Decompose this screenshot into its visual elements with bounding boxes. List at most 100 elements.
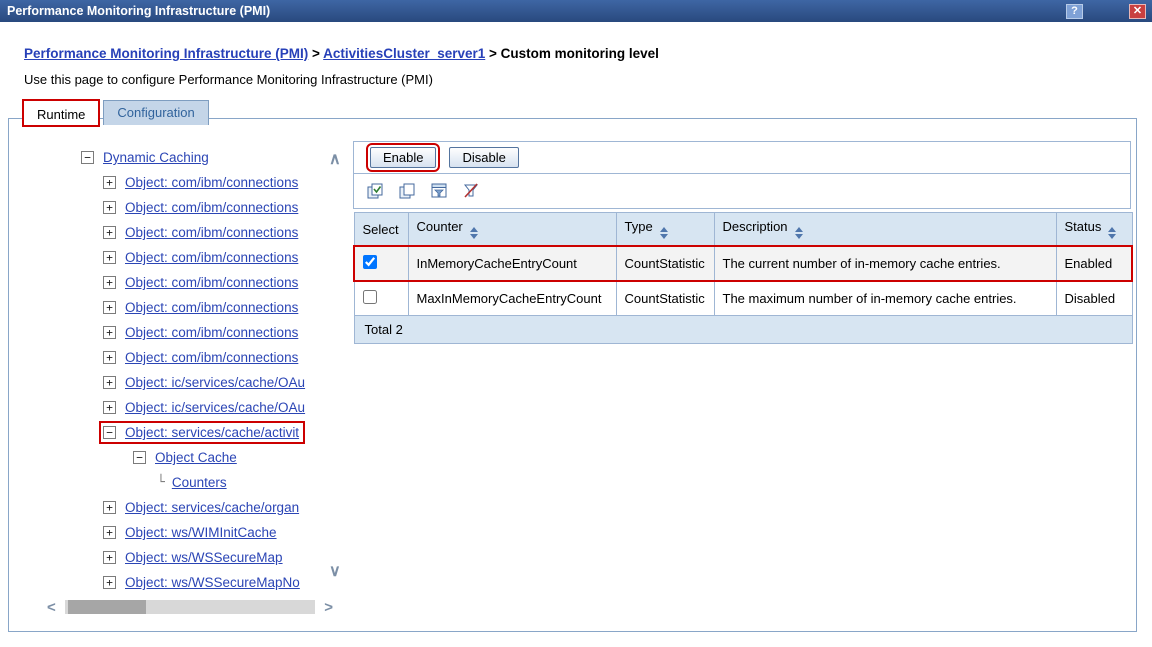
cell-status: Disabled [1056, 281, 1132, 316]
expand-icon[interactable]: + [103, 401, 116, 414]
scroll-right-icon[interactable]: > [324, 600, 333, 615]
scroll-left-icon[interactable]: < [47, 600, 56, 615]
tree-item-link[interactable]: Object: com/ibm/connections [125, 200, 298, 215]
tree-item-link[interactable]: Object: ic/services/cache/OAu [125, 400, 305, 415]
tree-item-inner: −Object Cache [131, 448, 241, 467]
tree-item-link[interactable]: Object: com/ibm/connections [125, 300, 298, 315]
column-header-description[interactable]: Description [714, 213, 1056, 247]
expand-icon[interactable]: + [103, 301, 116, 314]
cell-status: Enabled [1056, 246, 1132, 281]
show-filter-icon[interactable] [428, 180, 450, 202]
collapse-icon[interactable]: − [133, 451, 146, 464]
page-title: Performance Monitoring Infrastructure (P… [7, 4, 270, 18]
tree-item: + Object: ic/services/cache/OAu [79, 395, 335, 420]
sort-icon[interactable] [660, 227, 668, 239]
cell-type: CountStatistic [616, 281, 714, 316]
expand-icon[interactable]: + [103, 251, 116, 264]
tree-item-link[interactable]: Object: com/ibm/connections [125, 250, 298, 265]
select-all-icon[interactable] [364, 180, 386, 202]
tree-item: + Object: ws/WSSecureMap [79, 545, 335, 570]
disable-button[interactable]: Disable [449, 147, 518, 168]
tree-item: + Object: com/ibm/connections [79, 345, 335, 370]
tree-item-inner: + Object: ic/services/cache/OAu [101, 373, 309, 392]
expand-icon[interactable]: + [103, 226, 116, 239]
table-toolbar [353, 174, 1131, 209]
intro-text: Use this page to configure Performance M… [24, 72, 1152, 87]
tree-item: └ Counters [79, 470, 335, 495]
tab-configuration[interactable]: Configuration [103, 100, 208, 125]
deselect-all-icon[interactable] [396, 180, 418, 202]
sort-icon[interactable] [1108, 227, 1116, 239]
tree-item-link[interactable]: Object: com/ibm/connections [125, 275, 298, 290]
cell-type: CountStatistic [616, 246, 714, 281]
collapse-icon[interactable]: − [81, 151, 94, 164]
row-select-checkbox[interactable] [363, 290, 377, 304]
tree-item-inner: −Dynamic Caching [79, 148, 213, 167]
tree-item-link[interactable]: Object: com/ibm/connections [125, 350, 298, 365]
row-select-checkbox[interactable] [363, 255, 377, 269]
tree-item-link[interactable]: Object: com/ibm/connections [125, 325, 298, 340]
tree-horizontal-scrollbar: < > [47, 599, 333, 615]
scrollbar-thumb[interactable] [68, 600, 146, 614]
tree-item-link[interactable]: Object: services/cache/activit [125, 425, 299, 440]
cell-description: The maximum number of in-memory cache en… [714, 281, 1056, 316]
expand-icon[interactable]: + [103, 501, 116, 514]
sort-icon[interactable] [795, 227, 803, 239]
expand-icon[interactable]: + [103, 176, 116, 189]
scrollbar-track[interactable] [65, 600, 315, 614]
expand-icon[interactable]: + [103, 351, 116, 364]
enable-button[interactable]: Enable [370, 147, 436, 168]
tree-item: + Object: ws/WIMInitCache [79, 520, 335, 545]
expand-icon[interactable]: + [103, 326, 116, 339]
column-header-label: Status [1065, 219, 1102, 234]
table-body: InMemoryCacheEntryCountCountStatisticThe… [354, 246, 1132, 316]
column-header-label: Description [723, 219, 788, 234]
help-icon[interactable]: ? [1066, 4, 1083, 19]
tree-item: + Object: com/ibm/connections [79, 295, 335, 320]
cell-select [354, 281, 408, 316]
tree-item-link[interactable]: Object: com/ibm/connections [125, 175, 298, 190]
expand-icon[interactable]: + [103, 551, 116, 564]
column-header-counter[interactable]: Counter [408, 213, 616, 247]
tree-item-link[interactable]: Object: ic/services/cache/OAu [125, 375, 305, 390]
collapse-icon[interactable]: − [103, 426, 116, 439]
tree-item-link[interactable]: Object: ws/WIMInitCache [125, 525, 277, 540]
tree: −Dynamic Caching+Object: com/ibm/connect… [79, 145, 335, 603]
column-header-status[interactable]: Status [1056, 213, 1132, 247]
tree-item: + Object: services/cache/organ [79, 495, 335, 520]
breadcrumb-link[interactable]: ActivitiesCluster_server1 [323, 46, 485, 61]
tree-item: + Object: com/ibm/connections [79, 220, 335, 245]
breadcrumb-link[interactable]: Performance Monitoring Infrastructure (P… [24, 46, 308, 61]
tree-item-link[interactable]: Object: services/cache/organ [125, 500, 299, 515]
column-header-type[interactable]: Type [616, 213, 714, 247]
tree-item-link[interactable]: Object Cache [155, 450, 237, 465]
tree-item-link[interactable]: Object: ws/WSSecureMap [125, 550, 283, 565]
total-count: Total 2 [354, 316, 1132, 344]
tree-item-inner: + Object: ws/WSSecureMapNo [101, 573, 304, 592]
tree-scroll-down-icon[interactable]: ∨ [329, 561, 341, 581]
clear-filter-icon[interactable] [460, 180, 482, 202]
tree-branch-connector: └ [157, 475, 165, 490]
tab-runtime[interactable]: Runtime [22, 99, 100, 127]
tree-item-link[interactable]: Object: ws/WSSecureMapNo [125, 575, 300, 590]
table-row: InMemoryCacheEntryCountCountStatisticThe… [354, 246, 1132, 281]
close-icon[interactable]: ✕ [1129, 4, 1146, 19]
tree-item: + Object: com/ibm/connections [79, 170, 335, 195]
counters-table: SelectCounterTypeDescriptionStatus InMem… [353, 212, 1133, 344]
tree-item: −Object: services/cache/activit [79, 420, 335, 445]
tree-item-link[interactable]: Dynamic Caching [103, 150, 209, 165]
expand-icon[interactable]: + [103, 201, 116, 214]
tree-item-inner: + Object: ic/services/cache/OAu [101, 398, 309, 417]
expand-icon[interactable]: + [103, 576, 116, 589]
expand-icon[interactable]: + [103, 276, 116, 289]
tree-scroll-up-icon[interactable]: ∧ [329, 149, 341, 169]
tree-item-link[interactable]: Object: com/ibm/connections [125, 225, 298, 240]
tree-item-link[interactable]: Counters [172, 475, 227, 490]
expand-icon[interactable]: + [103, 526, 116, 539]
tree-item-inner: + Object: com/ibm/connections [101, 298, 302, 317]
counters-pane: Enable Disable [353, 141, 1131, 344]
sort-icon[interactable] [470, 227, 478, 239]
expand-icon[interactable]: + [103, 376, 116, 389]
cell-select [354, 246, 408, 281]
tree-item: + Object: ws/WSSecureMapNo [79, 570, 335, 595]
